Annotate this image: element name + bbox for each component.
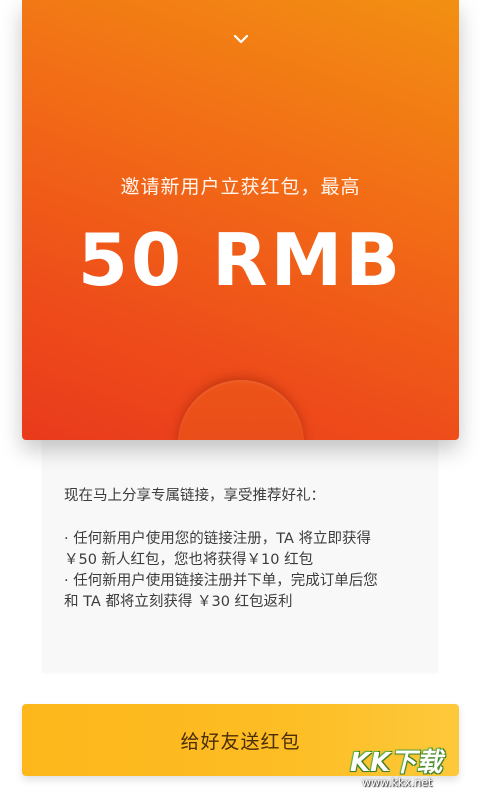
collapse-button[interactable]: [226, 26, 256, 52]
watermark-logo: KK下载: [350, 748, 443, 778]
rules-intro: 现在马上分享专属链接，享受推荐好礼：: [64, 488, 325, 504]
chevron-down-icon: [233, 34, 248, 44]
reward-amount: 50 RMB: [77, 218, 404, 302]
watermark: KK下载 www.kkx.net: [344, 742, 452, 794]
red-envelope: 邀请新用户立获红包，最高 50 RMB: [22, 0, 459, 440]
rule-item: · 任何新用户使用链接注册并下单，完成订单后您 和 TA 都将立刻获得 ￥30 …: [64, 573, 378, 610]
rule-item: · 任何新用户使用您的链接注册，TA 将立即获得 ￥50 新人红包，您也将获得￥…: [64, 531, 371, 568]
invite-title: 邀请新用户立获红包，最高: [120, 176, 361, 198]
envelope-seal: [177, 380, 304, 440]
rules-card: 现在马上分享专属链接，享受推荐好礼： · 任何新用户使用您的链接注册，TA 将立…: [42, 440, 438, 672]
rules-text: 现在马上分享专属链接，享受推荐好礼： · 任何新用户使用您的链接注册，TA 将立…: [64, 486, 378, 613]
watermark-url: www.kkx.net: [362, 776, 433, 789]
